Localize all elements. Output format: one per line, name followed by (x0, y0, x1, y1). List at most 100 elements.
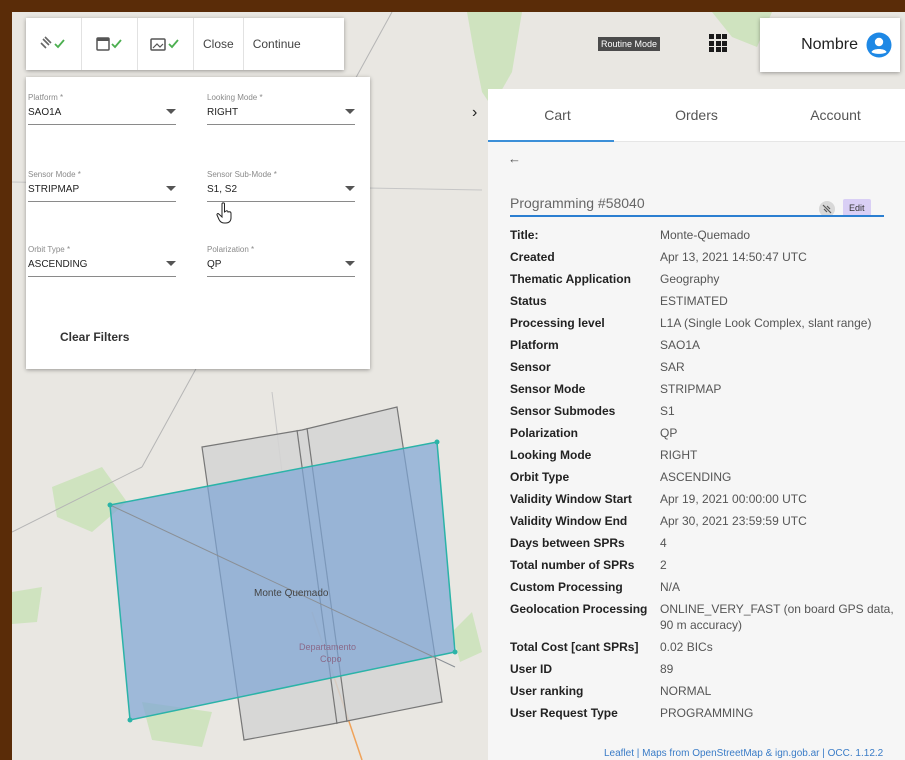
detail-key: User Request Type (510, 706, 618, 720)
polarization-select[interactable]: Polarization * QP (207, 245, 355, 277)
sensor-mode-select[interactable]: Sensor Mode * STRIPMAP (28, 170, 176, 202)
detail-value: 4 (660, 536, 667, 550)
app-stage: Monte Quemado Departamento Copo Close Co… (12, 12, 905, 760)
field-value: SAO1A (28, 107, 62, 118)
aoi-vertex[interactable] (434, 439, 440, 445)
platform-select[interactable]: Platform * SAO1A (28, 93, 176, 125)
detail-value: Geography (660, 272, 720, 286)
field-label: Polarization * (207, 245, 255, 254)
detail-key: User ranking (510, 684, 584, 698)
field-value: ASCENDING (28, 259, 88, 270)
field-label: Sensor Mode * (28, 170, 81, 179)
filters-panel: Platform * SAO1A Looking Mode * RIGHT Se… (26, 77, 370, 369)
detail-key: Thematic Application (510, 272, 631, 286)
attribution-link[interactable]: Leaflet | Maps from OpenStreetMap & ign.… (604, 748, 883, 759)
detail-row: Processing level L1A (Single Look Complex… (510, 315, 902, 331)
green-area (12, 587, 42, 624)
detail-row: User Request Type PROGRAMMING (510, 705, 902, 721)
detail-key: Sensor Mode (510, 382, 586, 396)
aoi-vertex[interactable] (107, 502, 113, 508)
orbit-type-select[interactable]: Orbit Type * ASCENDING (28, 245, 176, 277)
field-label: Orbit Type * (28, 245, 71, 254)
close-button[interactable]: Close (193, 18, 243, 70)
field-underline (207, 276, 355, 277)
detail-value: Monte-Quemado (660, 228, 751, 242)
detail-row: Looking Mode RIGHT (510, 447, 902, 463)
detail-value: STRIPMAP (660, 382, 722, 396)
detail-key: Processing level (510, 316, 605, 330)
detail-value: 0.02 BICs (660, 640, 713, 654)
detail-value: PROGRAMMING (660, 706, 754, 720)
apps-grid-icon[interactable] (709, 34, 727, 52)
detail-list: Title: Monte-Quemado Created Apr 13, 2021 1… (510, 227, 902, 727)
detail-row: Created Apr 13, 2021 14:50:47 UTC (510, 249, 902, 265)
detail-row: Orbit Type ASCENDING (510, 469, 902, 485)
map-label-department: Departamento (299, 642, 356, 652)
detail-row: Polarization QP (510, 425, 902, 441)
detail-value: Apr 13, 2021 14:50:47 UTC (660, 250, 807, 264)
detail-row: Total number of SPRs 2 (510, 557, 902, 573)
detail-row: Total Cost [cant SPRs] 0.02 BICs (510, 639, 902, 655)
back-arrow-icon[interactable]: ← (508, 151, 521, 166)
field-value: QP (207, 259, 222, 270)
tab-bar: Cart Orders Account (488, 89, 905, 142)
looking-mode-select[interactable]: Looking Mode * RIGHT (207, 93, 355, 125)
chevron-down-icon (345, 186, 355, 191)
detail-value: L1A (Single Look Complex, slant range) (660, 316, 872, 330)
detail-key: Days between SPRs (510, 536, 625, 550)
detail-value: Apr 19, 2021 00:00:00 UTC (660, 492, 807, 506)
detail-key: Looking Mode (510, 448, 592, 462)
detail-value: ASCENDING (660, 470, 732, 484)
detail-row: Days between SPRs 4 (510, 535, 902, 551)
detail-key: Created (510, 250, 555, 264)
detail-value: QP (660, 426, 678, 440)
field-underline (28, 124, 176, 125)
detail-value: RIGHT (660, 448, 698, 462)
aoi-vertex[interactable] (127, 717, 133, 723)
detail-key: Polarization (510, 426, 579, 440)
satellite-check-icon[interactable] (26, 18, 82, 70)
calendar-check-icon[interactable] (82, 18, 138, 70)
detail-row: Title: Monte-Quemado (510, 227, 902, 243)
field-label: Platform * (28, 93, 64, 102)
detail-key: User ID (510, 662, 553, 676)
wizard-toolbar: Close Continue (26, 18, 344, 70)
detail-key: Geolocation Processing (510, 602, 648, 616)
aoi-vertex[interactable] (452, 649, 458, 655)
detail-key: Sensor (510, 360, 551, 374)
detail-row: Geolocation Processing ONLINE_VERY_FAST (… (510, 601, 902, 633)
detail-key: Validity Window End (510, 514, 628, 528)
continue-button[interactable]: Continue (242, 18, 310, 70)
detail-value: S1 (660, 404, 675, 418)
detail-key: Title: (510, 228, 539, 242)
detail-row: Validity Window End Apr 30, 2021 23:59:59… (510, 513, 902, 529)
detail-row: Thematic Application Geography (510, 271, 902, 287)
field-underline (28, 201, 176, 202)
routine-mode-badge[interactable]: Routine Mode (598, 37, 661, 51)
detail-key: Platform (510, 338, 559, 352)
sensor-sub-mode-select[interactable]: Sensor Sub-Mode * S1, S2 (207, 170, 355, 202)
field-label: Looking Mode * (207, 93, 263, 102)
map-label-town: Monte Quemado (254, 588, 329, 599)
detail-key: Sensor Submodes (510, 404, 616, 418)
programming-title: Programming #58040 (510, 195, 645, 211)
collapse-panel-icon[interactable]: › (472, 104, 477, 122)
chevron-down-icon (345, 109, 355, 114)
field-label: Sensor Sub-Mode * (207, 170, 277, 179)
user-name: Nombre (801, 36, 858, 53)
image-settings-check-icon[interactable] (138, 18, 193, 70)
clear-filters-button[interactable]: Clear Filters (60, 330, 129, 344)
detail-value: SAR (660, 360, 685, 374)
tab-orders[interactable]: Orders (627, 89, 766, 141)
detail-key: Validity Window Start (510, 492, 632, 506)
detail-key: Total Cost [cant SPRs] (510, 640, 639, 654)
tab-cart[interactable]: Cart (488, 89, 627, 141)
detail-value: SAO1A (660, 338, 701, 352)
hand-cursor-icon (216, 202, 232, 224)
detail-value: 2 (660, 558, 667, 572)
tab-account[interactable]: Account (766, 89, 905, 141)
detail-row: Sensor Mode STRIPMAP (510, 381, 902, 397)
field-underline (207, 124, 355, 125)
detail-row: Sensor Submodes S1 (510, 403, 902, 419)
user-menu[interactable]: Nombre (760, 18, 900, 72)
